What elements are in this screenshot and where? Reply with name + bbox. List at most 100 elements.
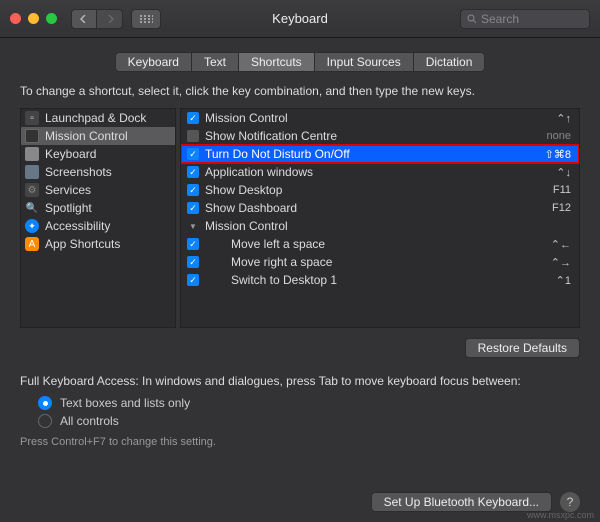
close-icon[interactable] xyxy=(10,13,21,24)
shortcut-label: Mission Control xyxy=(205,219,571,233)
services-icon: ⚙ xyxy=(25,183,39,197)
instruction-text: To change a shortcut, select it, click t… xyxy=(20,84,580,98)
fka-opt1-label: Text boxes and lists only xyxy=(60,396,190,410)
checkbox[interactable]: ✓ xyxy=(185,237,201,251)
show-all-button[interactable] xyxy=(131,9,161,29)
checkbox[interactable]: ✓ xyxy=(185,111,201,125)
category-label: Accessibility xyxy=(45,219,110,233)
panes: ▫ Launchpad & Dock Mission Control Keyboard… xyxy=(20,108,580,328)
disclosure-triangle-icon[interactable]: ▼ xyxy=(185,219,201,233)
shortcut-row[interactable]: Show Notification Centrenone xyxy=(181,127,579,145)
checkbox[interactable]: ✓ xyxy=(185,165,201,179)
screenshots-icon xyxy=(25,165,39,179)
category-mission-control[interactable]: Mission Control xyxy=(21,127,175,145)
category-accessibility[interactable]: ✦ Accessibility xyxy=(21,217,175,235)
shortcut-row[interactable]: ▼ Mission Control xyxy=(181,217,579,235)
fka-option-2[interactable]: All controls xyxy=(20,414,580,428)
category-label: Spotlight xyxy=(45,201,92,215)
app-shortcuts-icon: A xyxy=(25,237,39,251)
nav-buttons xyxy=(71,9,123,29)
category-app-shortcuts[interactable]: A App Shortcuts xyxy=(21,235,175,253)
key-combo[interactable]: ⌃↓ xyxy=(556,166,571,179)
checkbox[interactable] xyxy=(185,129,201,143)
zoom-icon[interactable] xyxy=(46,13,57,24)
shortcut-row[interactable]: ✓ Show DashboardF12 xyxy=(181,199,579,217)
fka-intro: Full Keyboard Access: In windows and dia… xyxy=(20,374,580,388)
minimize-icon[interactable] xyxy=(28,13,39,24)
checkbox[interactable]: ✓ xyxy=(185,147,201,161)
checkbox[interactable]: ✓ xyxy=(185,201,201,215)
shortcut-label: Mission Control xyxy=(205,111,556,125)
key-combo[interactable]: ⌃↑ xyxy=(556,112,571,125)
help-button[interactable]: ? xyxy=(560,492,580,512)
accessibility-icon: ✦ xyxy=(25,219,39,233)
search-placeholder: Search xyxy=(481,12,519,26)
shortcut-label: Move right a space xyxy=(205,255,551,269)
checkbox[interactable]: ✓ xyxy=(185,183,201,197)
radio-icon[interactable] xyxy=(38,396,52,410)
shortcut-label: Show Notification Centre xyxy=(205,129,547,143)
shortcut-label: Turn Do Not Disturb On/Off xyxy=(205,147,545,161)
radio-icon[interactable] xyxy=(38,414,52,428)
category-keyboard[interactable]: Keyboard xyxy=(21,145,175,163)
shortcut-row[interactable]: ✓ Application windows⌃↓ xyxy=(181,163,579,181)
shortcut-label: Switch to Desktop 1 xyxy=(205,273,556,287)
shortcut-row[interactable]: ✓ Mission Control⌃↑ xyxy=(181,109,579,127)
category-label: Services xyxy=(45,183,91,197)
shortcut-label: Show Dashboard xyxy=(205,201,552,215)
category-screenshots[interactable]: Screenshots xyxy=(21,163,175,181)
fka-opt2-label: All controls xyxy=(60,414,119,428)
bluetooth-keyboard-button[interactable]: Set Up Bluetooth Keyboard... xyxy=(371,492,552,512)
category-label: App Shortcuts xyxy=(45,237,120,251)
key-combo[interactable]: F12 xyxy=(552,202,571,214)
shortcut-list[interactable]: ✓Mission Control⌃↑Show Notification Cent… xyxy=(180,108,580,328)
mission-control-icon xyxy=(25,129,39,143)
key-combo[interactable]: ⌃→ xyxy=(551,256,571,269)
fka-option-1[interactable]: Text boxes and lists only xyxy=(20,396,580,410)
tab-dictation[interactable]: Dictation xyxy=(414,52,486,72)
tab-input-sources[interactable]: Input Sources xyxy=(315,52,414,72)
category-services[interactable]: ⚙ Services xyxy=(21,181,175,199)
tab-text[interactable]: Text xyxy=(192,52,239,72)
shortcut-row[interactable]: ✓ Move left a space⌃← xyxy=(181,235,579,253)
category-label: Screenshots xyxy=(45,165,112,179)
restore-row: Restore Defaults xyxy=(20,338,580,358)
category-list[interactable]: ▫ Launchpad & Dock Mission Control Keyboard… xyxy=(20,108,176,328)
tab-shortcuts[interactable]: Shortcuts xyxy=(239,52,315,72)
shortcut-row[interactable]: ✓ Switch to Desktop 1⌃1 xyxy=(181,271,579,289)
key-combo[interactable]: F11 xyxy=(553,184,571,196)
search-icon xyxy=(467,14,477,24)
restore-defaults-button[interactable]: Restore Defaults xyxy=(465,338,580,358)
category-label: Keyboard xyxy=(45,147,96,161)
spotlight-icon: 🔍 xyxy=(25,201,39,215)
key-combo[interactable]: ⌃1 xyxy=(556,274,571,287)
shortcut-row[interactable]: ✓ Turn Do Not Disturb On/Off⇧⌘8 xyxy=(181,145,579,163)
key-combo[interactable]: none xyxy=(547,130,571,142)
watermark: www.msxpc.com xyxy=(527,510,594,520)
shortcut-row[interactable]: ✓ Move right a space⌃→ xyxy=(181,253,579,271)
tab-keyboard[interactable]: Keyboard xyxy=(115,52,192,72)
shortcut-label: Show Desktop xyxy=(205,183,553,197)
window-controls xyxy=(10,13,57,24)
shortcut-label: Move left a space xyxy=(205,237,551,251)
category-label: Mission Control xyxy=(45,129,128,143)
shortcut-label: Application windows xyxy=(205,165,556,179)
checkbox[interactable]: ✓ xyxy=(185,273,201,287)
titlebar: Keyboard Search xyxy=(0,0,600,38)
category-spotlight[interactable]: 🔍 Spotlight xyxy=(21,199,175,217)
launchpad-icon: ▫ xyxy=(25,111,39,125)
forward-button xyxy=(97,9,123,29)
footer: Set Up Bluetooth Keyboard... ? xyxy=(371,492,580,512)
fka-hint: Press Control+F7 to change this setting. xyxy=(20,436,580,448)
search-field[interactable]: Search xyxy=(460,9,590,29)
content-area: KeyboardTextShortcutsInput SourcesDictat… xyxy=(0,38,600,522)
keyboard-icon xyxy=(25,147,39,161)
back-button[interactable] xyxy=(71,9,97,29)
key-combo[interactable]: ⇧⌘8 xyxy=(545,148,571,161)
key-combo[interactable]: ⌃← xyxy=(551,238,571,251)
shortcut-row[interactable]: ✓ Show DesktopF11 xyxy=(181,181,579,199)
category-launchpad-dock[interactable]: ▫ Launchpad & Dock xyxy=(21,109,175,127)
category-label: Launchpad & Dock xyxy=(45,111,146,125)
checkbox[interactable]: ✓ xyxy=(185,255,201,269)
tab-bar: KeyboardTextShortcutsInput SourcesDictat… xyxy=(20,52,580,72)
